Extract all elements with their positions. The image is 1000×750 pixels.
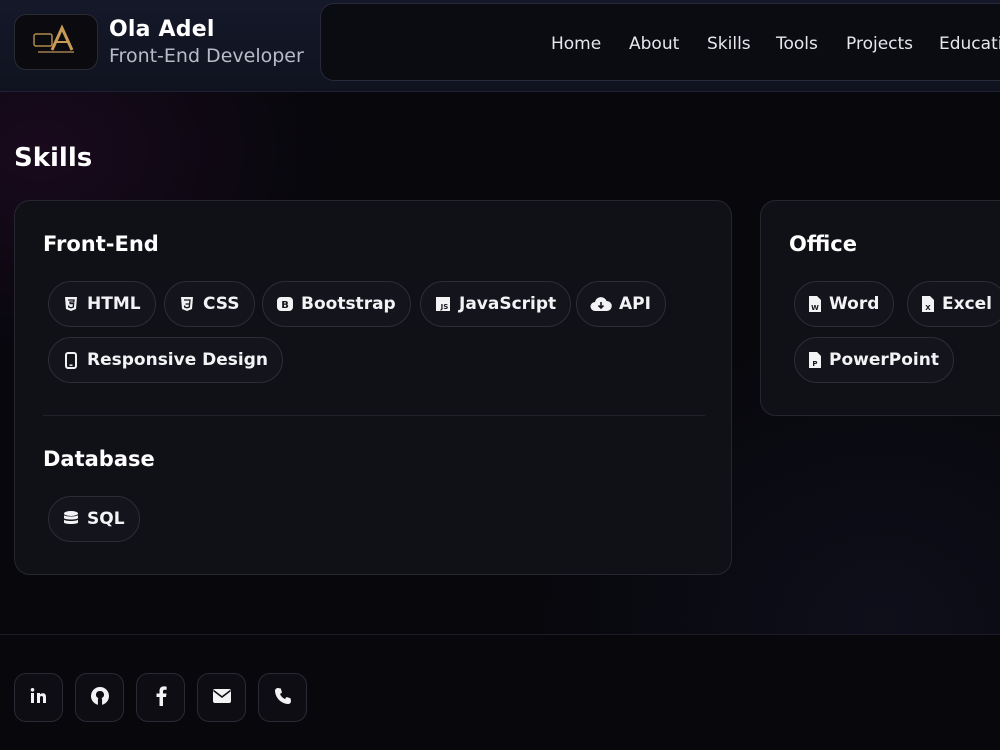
- envelope-icon: [212, 688, 232, 708]
- skill-label: PowerPoint: [829, 350, 939, 370]
- main-navigation: Home About Skills Tools Projects Educati…: [320, 3, 1000, 81]
- skill-label: Responsive Design: [87, 350, 269, 370]
- svg-text:B: B: [281, 300, 289, 311]
- database-icon: [62, 510, 80, 528]
- skill-chip-css: CSS: [164, 281, 255, 327]
- svg-text:W: W: [811, 304, 819, 312]
- brand-role: Front-End Developer: [109, 45, 304, 67]
- mobile-icon: [62, 351, 80, 369]
- bootstrap-icon: B: [276, 295, 294, 313]
- nav-link-projects[interactable]: Projects: [846, 34, 913, 54]
- nav-link-education[interactable]: Educatio: [939, 34, 1000, 54]
- skill-chip-word: W Word: [794, 281, 895, 327]
- skill-label: Word: [829, 294, 880, 314]
- skills-card-office: Office W Word X Excel P PowerPoint: [760, 200, 1000, 416]
- skill-label: JavaScript: [459, 294, 557, 314]
- email-link[interactable]: [197, 673, 246, 722]
- github-link[interactable]: [75, 673, 124, 722]
- office-title: Office: [789, 232, 857, 256]
- skill-chip-excel: X Excel: [907, 281, 1000, 327]
- nav-link-skills[interactable]: Skills: [707, 34, 751, 54]
- skill-chip-api: API: [576, 281, 666, 327]
- javascript-icon: JS: [434, 295, 452, 313]
- skill-label: SQL: [87, 509, 125, 529]
- skills-card-frontend: Front-End HTML CSS B Bootstrap JS JavaSc…: [14, 200, 732, 575]
- skill-label: API: [619, 294, 651, 314]
- skill-chip-javascript: JS JavaScript: [420, 281, 572, 327]
- database-title: Database: [43, 447, 155, 471]
- card-divider: [43, 415, 705, 416]
- skill-chip-powerpoint: P PowerPoint: [794, 337, 954, 383]
- powerpoint-file-icon: P: [808, 351, 822, 369]
- skill-chip-responsive-design: Responsive Design: [48, 337, 284, 383]
- site-header: Ola Adel Front-End Developer Home About …: [0, 0, 1000, 92]
- skill-chip-html: HTML: [48, 281, 156, 327]
- logo-mark-icon: [33, 24, 74, 53]
- linkedin-icon: [29, 687, 49, 709]
- frontend-title: Front-End: [43, 232, 159, 256]
- github-icon: [90, 686, 110, 710]
- brand-name: Ola Adel: [109, 17, 215, 42]
- excel-file-icon: X: [921, 295, 935, 313]
- skill-chip-sql: SQL: [48, 496, 140, 542]
- phone-link[interactable]: [258, 673, 307, 722]
- css3-icon: [178, 295, 196, 313]
- skill-label: CSS: [203, 294, 240, 314]
- brand-logo[interactable]: [14, 14, 98, 70]
- nav-link-tools[interactable]: Tools: [776, 34, 818, 54]
- phone-icon: [274, 687, 292, 709]
- nav-link-about[interactable]: About: [629, 34, 679, 54]
- skill-label: Excel: [942, 294, 993, 314]
- skills-section-title: Skills: [14, 143, 93, 173]
- svg-text:X: X: [925, 304, 931, 312]
- skill-label: HTML: [87, 294, 141, 314]
- skill-label: Bootstrap: [301, 294, 396, 314]
- skill-chip-bootstrap: B Bootstrap: [262, 281, 411, 327]
- facebook-link[interactable]: [136, 673, 185, 722]
- svg-text:P: P: [812, 360, 817, 368]
- cloud-download-icon: [590, 295, 612, 313]
- facebook-icon: [155, 685, 167, 710]
- nav-link-home[interactable]: Home: [551, 34, 601, 54]
- html5-icon: [62, 295, 80, 313]
- word-file-icon: W: [808, 295, 822, 313]
- linkedin-link[interactable]: [14, 673, 63, 722]
- svg-text:JS: JS: [440, 303, 449, 311]
- site-footer: [0, 634, 1000, 750]
